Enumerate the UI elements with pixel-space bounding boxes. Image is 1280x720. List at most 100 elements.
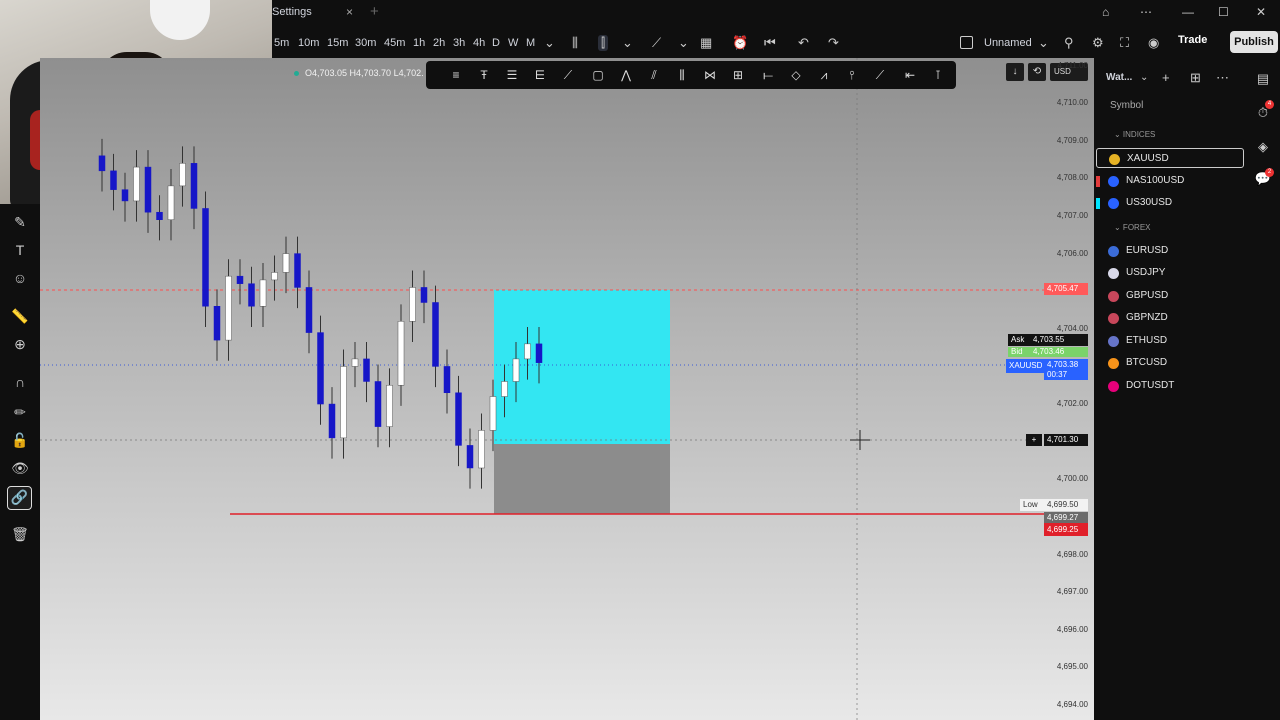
trash-icon[interactable]: 🗑 — [10, 524, 30, 544]
candle-body[interactable] — [351, 358, 359, 367]
candle-body[interactable] — [179, 163, 186, 187]
publish-button[interactable]: Publish — [1230, 31, 1278, 53]
layout-icon[interactable]: ⌂ — [1102, 5, 1109, 19]
more-icon[interactable]: ⋯ — [1140, 5, 1152, 19]
indicators-icon[interactable]: ⟋ — [652, 35, 661, 51]
candles-icon[interactable]: ⫿ — [598, 35, 609, 51]
volume-profile-icon[interactable]: ⫼ — [674, 67, 690, 83]
candle-body[interactable] — [236, 275, 244, 284]
vertical-line-icon[interactable]: ⫯ — [844, 67, 860, 83]
watchlist-item-eurusd[interactable]: EURUSD — [1096, 241, 1244, 261]
candle-body[interactable] — [443, 366, 451, 394]
channel-icon[interactable]: ≡ — [448, 67, 464, 83]
minimize-icon[interactable]: — — [1182, 5, 1194, 19]
candle-body[interactable] — [225, 275, 232, 341]
watchlist-title[interactable]: Wat... — [1106, 72, 1132, 83]
watchlist-section-forex[interactable]: ⌄ FOREX — [1114, 223, 1150, 232]
undo-icon[interactable]: ↶ — [798, 35, 809, 51]
fan-icon[interactable]: ⫽ — [646, 67, 662, 83]
timeframe-10m[interactable]: 10m — [298, 37, 319, 49]
fullscreen-icon[interactable]: ⛶ — [1120, 35, 1129, 51]
candle-body[interactable] — [489, 396, 497, 431]
price-range-icon[interactable]: ⊺ — [930, 67, 946, 83]
link-icon[interactable]: 🔗 — [7, 486, 32, 510]
candle-body[interactable] — [133, 166, 140, 202]
watchlist-item-gbpnzd[interactable]: GBPNZD — [1096, 308, 1244, 328]
chevron-down-icon[interactable]: ⌄ — [622, 35, 633, 51]
candle-body[interactable] — [294, 253, 301, 288]
candle-body[interactable] — [305, 287, 313, 333]
timeframe-m[interactable]: M — [526, 37, 535, 49]
candle-body[interactable] — [524, 343, 531, 360]
timeframe-5m[interactable]: 5m — [274, 37, 289, 49]
layout-checkbox[interactable] — [960, 36, 973, 49]
watchlist-item-us30usd[interactable]: US30USD — [1096, 193, 1244, 213]
more-icon[interactable]: ⋯ — [1216, 70, 1229, 86]
symbol-column-header[interactable]: Symbol — [1110, 100, 1143, 111]
zone-top[interactable] — [494, 290, 670, 444]
timeframe-2h[interactable]: 2h — [433, 37, 445, 49]
candle-body[interactable] — [420, 287, 428, 303]
candle-body[interactable] — [259, 279, 267, 307]
layout-name[interactable]: Unnamed — [984, 37, 1032, 49]
timeframe-d[interactable]: D — [492, 37, 500, 49]
watchlist-item-usdjpy[interactable]: USDJPY — [1096, 263, 1244, 283]
watchlist-item-nas100usd[interactable]: NAS100USD — [1096, 171, 1244, 191]
candle-body[interactable] — [144, 166, 152, 213]
bars-icon[interactable]: ⫼ — [572, 35, 578, 51]
advanced-view-icon[interactable]: ⊞ — [1190, 70, 1201, 86]
pitchfork-icon[interactable]: ⋿ — [532, 67, 548, 83]
horizontal-ray-icon[interactable]: ⟝ — [760, 67, 776, 83]
chevron-down-icon[interactable]: ⌄ — [1140, 72, 1148, 83]
circle-icon[interactable]: ◇ — [788, 67, 804, 83]
candle-body[interactable] — [328, 403, 336, 439]
candle-body[interactable] — [110, 170, 117, 190]
candle-body[interactable] — [248, 283, 255, 307]
candle-body[interactable] — [512, 358, 520, 382]
candle-body[interactable] — [455, 392, 462, 446]
watchlist-item-ethusd[interactable]: ETHUSD — [1096, 331, 1244, 351]
timeframe-30m[interactable]: 30m — [355, 37, 376, 49]
ruler-icon[interactable]: 📏 — [10, 306, 30, 326]
pattern-icon[interactable]: ⋈ — [702, 67, 718, 83]
text-tool-icon[interactable]: Ŧ — [476, 67, 492, 83]
gear-icon[interactable]: ⚙ — [1092, 35, 1104, 51]
chevron-down-icon[interactable]: ⌄ — [544, 35, 555, 51]
candle-body[interactable] — [213, 306, 221, 341]
candle-body[interactable] — [478, 430, 485, 469]
candle-body[interactable] — [317, 332, 324, 405]
alert-price-tag[interactable]: 4,705.47 — [1044, 283, 1088, 295]
timeframe-15m[interactable]: 15m — [327, 37, 348, 49]
eye-icon[interactable]: 👁 — [10, 458, 30, 478]
candle-body[interactable] — [374, 381, 382, 427]
candle-body[interactable] — [535, 343, 543, 363]
lock-icon[interactable]: 🔓 — [10, 430, 30, 450]
tab-close-icon[interactable]: × — [346, 5, 353, 19]
timeframe-w[interactable]: W — [508, 37, 518, 49]
price-chart[interactable]: O4,703.05 H4,703.70 L4,702. ≡ Ŧ ☰ ⋿ ⟋ ▢ … — [40, 58, 1094, 720]
alert-icon[interactable]: ⏰ — [732, 35, 748, 51]
position-icon[interactable]: ⊞ — [730, 67, 746, 83]
text-icon[interactable]: T — [10, 240, 30, 260]
timeframe-1h[interactable]: 1h — [413, 37, 425, 49]
candle-body[interactable] — [121, 189, 129, 202]
candle-body[interactable] — [271, 272, 278, 281]
candle-body[interactable] — [340, 366, 347, 439]
candle-body[interactable] — [501, 381, 508, 397]
candle-body[interactable] — [363, 358, 370, 382]
elliott-icon[interactable]: ⩘ — [816, 67, 832, 83]
trendline-icon[interactable]: ⟋ — [560, 67, 576, 83]
candle-body[interactable] — [156, 211, 163, 220]
candle-body[interactable] — [98, 155, 106, 172]
zoom-icon[interactable]: ⊕ — [10, 334, 30, 354]
new-tab-icon[interactable]: + — [370, 3, 379, 20]
timeframe-4h[interactable]: 4h — [473, 37, 485, 49]
candle-body[interactable] — [466, 445, 474, 469]
add-symbol-icon[interactable]: + — [1162, 70, 1170, 85]
arrow-icon[interactable]: ⇤ — [902, 67, 918, 83]
scroll-down-icon[interactable]: ↓ — [1006, 63, 1024, 81]
emoji-icon[interactable]: ☺ — [10, 268, 30, 288]
chevron-down-icon[interactable]: ⌄ — [678, 35, 689, 51]
watchlist-item-dotusdt[interactable]: DOTUSDT — [1096, 376, 1244, 396]
fib-icon[interactable]: ☰ — [504, 67, 520, 83]
